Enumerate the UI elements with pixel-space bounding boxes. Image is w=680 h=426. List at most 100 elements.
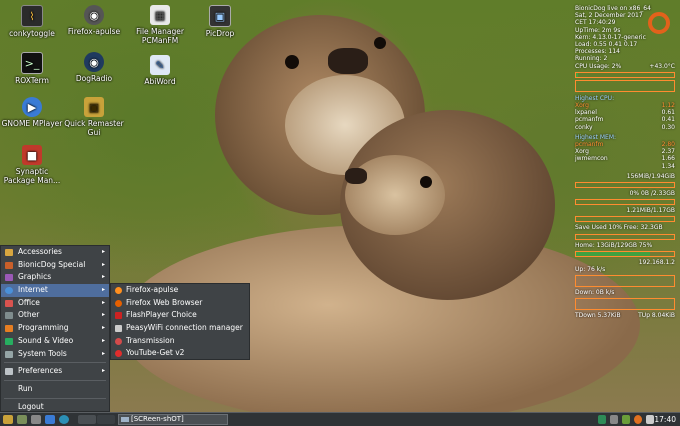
conky-save-bar	[575, 233, 675, 240]
menu-item-bionicdog-special[interactable]: BionicDog Special ▸	[1, 259, 109, 272]
update-icon[interactable]	[634, 415, 642, 424]
wallpaper-otter-muzzle-front	[345, 155, 445, 235]
firefox-icon	[115, 287, 122, 294]
submenu-item-youtube-get[interactable]: YouTube-Get v2	[111, 347, 249, 360]
menu-item-label: Internet	[18, 285, 48, 295]
chevron-right-icon: ▸	[101, 336, 105, 344]
submenu-item-peasywifi[interactable]: PeasyWiFi connection manager	[111, 322, 249, 335]
menu-item-system-tools[interactable]: System Tools ▸	[1, 348, 109, 361]
speaker-icon	[5, 337, 13, 345]
tray-app-icon[interactable]	[622, 415, 630, 424]
show-desktop-icon[interactable]	[17, 415, 27, 424]
workspace-2-button[interactable]	[97, 415, 115, 424]
desktop-icon-firefox-apulse[interactable]: ◉ Firefox-apulse	[62, 5, 126, 36]
conky-cpu-proc: pcmanfm 0.41	[575, 116, 675, 124]
conky-running: Running: 2	[575, 55, 608, 63]
submenu-item-firefox-apulse[interactable]: Firefox-apulse	[111, 284, 249, 297]
start-menu-button-icon[interactable]	[3, 415, 13, 424]
submenu-item-flashplayer-choice[interactable]: FlashPlayer Choice	[111, 309, 249, 322]
desktop-icon-gnome-mplayer[interactable]: ▶ GNOME MPlayer	[0, 97, 64, 128]
code-icon	[5, 325, 13, 333]
menu-item-label: Logout	[18, 401, 44, 411]
chevron-right-icon: ▸	[101, 273, 105, 281]
chevron-right-icon: ▸	[101, 298, 105, 306]
wallpaper-otter-eye	[374, 37, 386, 49]
tools-icon	[5, 350, 13, 358]
conky-totals: TDown 5.37KiB TUp 8.04KiB	[575, 312, 675, 319]
desktop-icon-quick-remaster[interactable]: ▣ Quick Remaster Gui	[62, 97, 126, 137]
office-icon	[5, 299, 13, 307]
menu-item-label: Office	[18, 297, 40, 307]
desktop-icon-label: Quick Remaster Gui	[64, 119, 124, 137]
menu-item-label: Preferences	[18, 366, 63, 376]
menu-item-graphics[interactable]: Graphics ▸	[1, 271, 109, 284]
submenu-item-label: YouTube-Get v2	[126, 348, 185, 358]
other-icon	[5, 312, 13, 320]
desktop-icon-dogradio[interactable]: ◉ DogRadio	[62, 52, 126, 83]
volume-icon[interactable]	[646, 415, 654, 424]
menu-item-run[interactable]: Run	[1, 383, 109, 396]
desktop-icon-abiword[interactable]: ✎ AbiWord	[128, 55, 192, 86]
conky-cpu-proc: conky 0.30	[575, 123, 675, 131]
menu-item-programming[interactable]: Programming ▸	[1, 322, 109, 335]
window-icon	[121, 417, 129, 422]
network-icon[interactable]	[598, 415, 606, 424]
conky-cpu-usage: CPU Usage: 2%	[575, 62, 622, 70]
menu-item-other[interactable]: Other ▸	[1, 309, 109, 322]
package-icon: ■	[22, 145, 42, 165]
desktop-icon-synaptic[interactable]: ■ Synaptic Package Man...	[0, 145, 64, 185]
conky-save-space: Save Used 10% Free: 32.3GB	[575, 224, 663, 232]
conky-time: CET 17:40:29	[575, 19, 616, 27]
menu-item-label: Programming	[18, 323, 69, 333]
taskbar-window-button[interactable]: [SCReen-shOT]	[118, 414, 228, 425]
conky-kernel: Kern: 4.13.0-17-generic	[575, 33, 646, 41]
submenu-item-transmission[interactable]: Transmission	[111, 335, 249, 348]
menu-item-internet[interactable]: Internet ▸	[1, 284, 109, 297]
conky-down-graph	[575, 298, 675, 311]
desktop-icon-file-manager[interactable]: ▦ File Manager PCManFM	[128, 5, 192, 45]
terminal-icon[interactable]	[31, 415, 41, 424]
menu-item-label: Run	[18, 383, 33, 393]
conky-disk: 1.21MiB/1.17GB	[626, 207, 675, 215]
browser-icon[interactable]	[45, 415, 55, 424]
clock[interactable]: 17:40	[654, 414, 676, 425]
menu-item-logout[interactable]: Logout	[1, 401, 109, 412]
chevron-right-icon: ▸	[101, 324, 105, 332]
chevron-right-icon: ▸	[101, 248, 105, 255]
submenu-item-firefox-web-browser[interactable]: Firefox Web Browser	[111, 297, 249, 310]
flash-icon	[115, 312, 122, 320]
menu-item-label: BionicDog Special	[18, 259, 86, 269]
desktop-icon-label: ROXTerm	[15, 76, 49, 85]
menu-item-label: Accessories	[18, 247, 62, 256]
conky-home: Home: 13GiB/129GB 75%	[575, 241, 653, 249]
desktop-icon-roxterm[interactable]: >_ ROXTerm	[0, 52, 64, 85]
chevron-right-icon: ▸	[101, 367, 105, 375]
workspace-1-button[interactable]	[78, 415, 96, 424]
wallpaper-otter-nose-front	[345, 168, 367, 184]
wallpaper-otter-eye	[285, 55, 299, 69]
chevron-right-icon: ▸	[101, 349, 105, 357]
accessories-icon	[5, 249, 13, 256]
conky-home-bar-fill	[576, 251, 650, 256]
menu-item-preferences[interactable]: Preferences ▸	[1, 365, 109, 378]
conky-disk-bar	[575, 216, 675, 223]
battery-icon[interactable]	[610, 415, 618, 424]
conky-tdown: TDown 5.37KiB	[575, 312, 621, 320]
conky-swap: 0% 0B /2.33GB	[629, 190, 675, 198]
terminal-icon: >_	[21, 52, 43, 74]
menu-separator	[4, 379, 106, 381]
conky-mem-proc: pcmanfm 2.80	[575, 141, 675, 149]
settings-icon[interactable]	[59, 415, 69, 424]
menu-item-sound-video[interactable]: Sound & Video ▸	[1, 335, 109, 348]
desktop-icon-conkytoggle[interactable]: ⌇ conkytoggle	[0, 5, 64, 38]
menu-item-office[interactable]: Office ▸	[1, 297, 109, 310]
desktop-icon-label: PicDrop	[205, 29, 235, 38]
wallpaper-otter-nose	[328, 48, 368, 74]
taskbar: [SCReen-shOT] 17:40	[0, 412, 680, 426]
conky-temperature: +43.0°C	[649, 62, 675, 70]
chart-icon: ⌇	[21, 5, 43, 27]
menu-item-accessories[interactable]: Accessories ▸	[1, 246, 109, 259]
menu-item-label: Sound & Video	[18, 335, 74, 345]
desktop-icon-picdrop[interactable]: ▣ PicDrop	[188, 5, 252, 38]
desktop[interactable]: ⌇ conkytoggle >_ ROXTerm ▶ GNOME MPlayer…	[0, 0, 680, 412]
